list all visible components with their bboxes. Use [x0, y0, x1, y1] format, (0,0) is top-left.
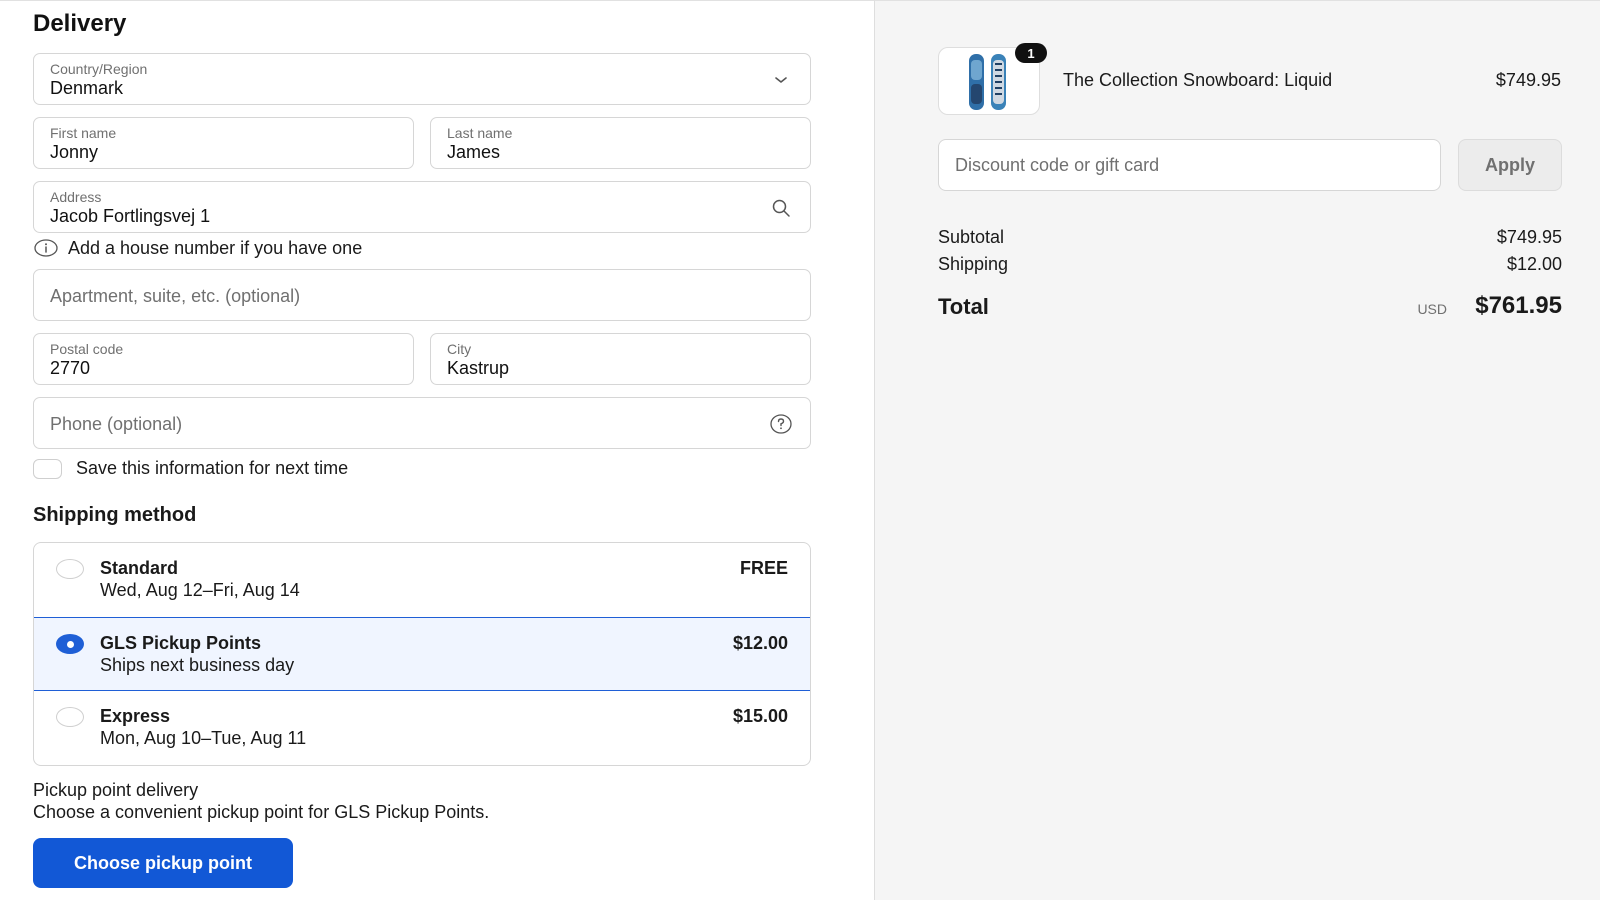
shipping-option-standard[interactable]: Standard Wed, Aug 12–Fri, Aug 14 FREE [34, 543, 810, 617]
radio-express[interactable] [56, 707, 84, 727]
shipping-option-desc: Ships next business day [100, 655, 295, 675]
phone-field[interactable]: Phone (optional) [33, 397, 811, 449]
country-value: Denmark [50, 78, 124, 98]
country-select[interactable]: Country/Region Denmark [33, 53, 811, 105]
country-label: Country/Region [50, 61, 148, 77]
info-icon [34, 239, 58, 257]
subtotal-value: $749.95 [1496, 227, 1562, 247]
shipping-option-price: $15.00 [732, 706, 788, 726]
address-hint-text: Add a house number if you have one [68, 237, 363, 258]
shipping-option-name: Standard [100, 558, 179, 578]
shipping-option-express[interactable]: Express Mon, Aug 10–Tue, Aug 11 $15.00 [34, 691, 810, 765]
shipping-option-desc: Wed, Aug 12–Fri, Aug 14 [100, 580, 300, 600]
shipping-option-price: FREE [739, 558, 788, 578]
discount-code-input[interactable] [938, 139, 1441, 191]
subtotal-label: Subtotal [938, 227, 1005, 247]
chevron-down-icon [775, 77, 787, 83]
apartment-field[interactable]: Apartment, suite, etc. (optional) [33, 269, 811, 321]
address-field[interactable]: Address Jacob Fortlingsvej 1 [33, 181, 811, 233]
save-info-label: Save this information for next time [76, 458, 349, 478]
postal-code-field[interactable]: Postal code 2770 [33, 333, 414, 385]
first-name-field[interactable]: First name Jonny [33, 117, 414, 169]
last-name-label: Last name [447, 125, 513, 141]
order-summary-panel: 1 The Collection Snowboard: Liquid $749.… [874, 0, 1600, 900]
product-name: The Collection Snowboard: Liquid [1063, 70, 1333, 90]
city-label: City [447, 341, 472, 357]
shipping-label: Shipping [938, 254, 1009, 274]
last-name-value: James [447, 142, 501, 162]
radio-standard[interactable] [56, 559, 84, 579]
quantity-badge: 1 [1015, 43, 1047, 63]
city-field[interactable]: City Kastrup [430, 333, 811, 385]
phone-placeholder: Phone (optional) [50, 414, 183, 434]
shipping-option-name: Express [100, 706, 171, 726]
shipping-option-gls[interactable]: GLS Pickup Points Ships next business da… [34, 617, 810, 691]
product-price: $749.95 [1495, 70, 1561, 90]
total-row: Total USD $761.95 [938, 292, 1562, 324]
total-value: $761.95 [1475, 292, 1562, 319]
shipping-options: Standard Wed, Aug 12–Fri, Aug 14 FREE GL… [33, 542, 811, 766]
shipping-method-title: Shipping method [33, 504, 197, 526]
save-info-checkbox[interactable] [33, 458, 62, 479]
total-currency: USD [1417, 301, 1447, 317]
delivery-title: Delivery [33, 10, 127, 37]
city-value: Kastrup [447, 358, 510, 378]
address-hint: Add a house number if you have one [34, 237, 362, 259]
apply-discount-button[interactable]: Apply [1458, 139, 1562, 191]
delivery-panel: Delivery Country/Region Denmark First na… [0, 0, 874, 900]
address-value: Jacob Fortlingsvej 1 [50, 206, 211, 226]
choose-pickup-point-button[interactable]: Choose pickup point [33, 838, 293, 888]
total-label: Total [938, 294, 989, 319]
shipping-option-name: GLS Pickup Points [100, 633, 262, 653]
apartment-placeholder: Apartment, suite, etc. (optional) [50, 286, 301, 306]
postal-code-value: 2770 [50, 358, 91, 378]
help-icon[interactable] [768, 413, 794, 435]
pickup-title: Pickup point delivery [33, 780, 199, 800]
last-name-field[interactable]: Last name James [430, 117, 811, 169]
radio-gls[interactable] [56, 634, 84, 654]
shipping-value: $12.00 [1506, 254, 1562, 274]
first-name-label: First name [50, 125, 117, 141]
search-icon[interactable] [770, 197, 792, 219]
postal-code-label: Postal code [50, 341, 124, 357]
pickup-desc: Choose a convenient pickup point for GLS… [33, 802, 490, 822]
address-label: Address [50, 189, 102, 205]
save-info-row[interactable]: Save this information for next time [33, 458, 348, 479]
first-name-value: Jonny [50, 142, 99, 162]
shipping-option-desc: Mon, Aug 10–Tue, Aug 11 [100, 728, 307, 748]
shipping-option-price: $12.00 [732, 633, 788, 653]
